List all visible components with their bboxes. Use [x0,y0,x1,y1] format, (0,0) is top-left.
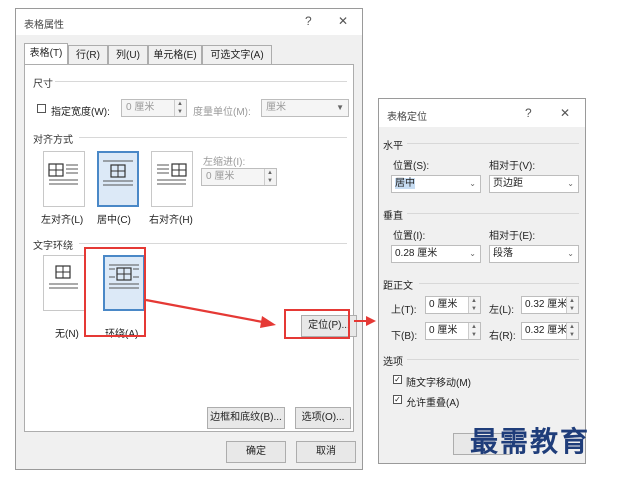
align-left-icon [48,163,78,185]
distance-section-label: 距正文 [383,281,413,292]
indent-input[interactable]: 0 厘米 ▲ ▼ [201,168,277,186]
allow-overlap-label: 允许重叠(A) [406,398,460,409]
table-positioning-dialog: 表格定位 ? ✕ 水平 位置(S): 相对于(V): 居中 ⌄ 页边距 ⌄ 垂直… [378,98,586,464]
indent-label: 左缩进(I): [203,157,246,168]
options-button[interactable]: 选项(O)... [295,407,351,429]
top-distance-input[interactable]: 0 厘米 ▲ ▼ [425,296,481,314]
help-button[interactable]: ? [525,106,532,120]
h-relative-label: 相对于(V): [489,161,536,172]
divider [407,213,579,214]
vertical-section-label: 垂直 [383,211,403,222]
table-properties-dialog: 表格属性 ? ✕ 表格(T) 行(R) 列(U) 单元格(E) 可选文字(A) … [15,8,363,470]
align-right-icon [157,163,187,185]
size-section-label: 尺寸 [33,79,53,90]
h-relative-select[interactable]: 页边距 ⌄ [489,175,579,193]
watermark: 最需教育 [470,425,591,458]
tab-column[interactable]: 列(U) [108,45,148,64]
preferred-width-checkbox[interactable] [37,104,46,113]
bottom-distance-label: 下(B): [391,331,418,342]
align-left-label: 左对齐(L) [41,215,84,226]
divider [407,359,579,360]
wrap-none-icon [49,265,78,289]
left-distance-label: 左(L): [489,305,514,316]
measure-label: 度量单位(M): [193,107,251,118]
right-distance-label: 右(R): [489,331,516,342]
align-right-option[interactable] [151,151,193,207]
chevron-down-icon: ⌄ [469,179,476,188]
chevron-down-icon: ▼ [336,103,344,112]
left-distance-input[interactable]: 0.32 厘米 ▲ ▼ [521,296,579,314]
divider [79,137,347,138]
move-with-text-label: 随文字移动(M) [406,378,471,389]
v-relative-label: 相对于(E): [489,231,536,242]
top-distance-label: 上(T): [391,305,417,316]
options-section-label: 选项 [383,357,403,368]
tab-row[interactable]: 行(R) [68,45,108,64]
divider [407,143,579,144]
v-position-label: 位置(I): [393,231,426,242]
preferred-width-label: 指定宽度(W): [51,107,110,118]
indent-spinner[interactable]: ▲ ▼ [264,169,276,185]
wrap-none-label: 无(N) [55,329,79,340]
allow-overlap-checkbox[interactable]: ✓ [393,395,402,404]
close-button[interactable]: ✕ [560,106,570,120]
align-right-label: 右对齐(H) [149,215,193,226]
bottom-distance-input[interactable]: 0 厘米 ▲ ▼ [425,322,481,340]
chevron-down-icon: ⌄ [469,249,476,258]
tab-alt-text[interactable]: 可选文字(A) [202,45,272,64]
horizontal-section-label: 水平 [383,141,403,152]
wrap-section-label: 文字环绕 [33,241,73,252]
dialog-title: 表格定位 [387,112,427,123]
preferred-width-spinner[interactable]: ▲ ▼ [174,100,186,116]
tab-cell[interactable]: 单元格(E) [148,45,202,64]
preferred-width-input[interactable]: 0 厘米 ▲ ▼ [121,99,187,117]
align-center-label: 居中(C) [97,215,131,226]
divider [419,283,579,284]
right-distance-spinner[interactable]: ▲ ▼ [566,323,578,339]
cancel-button[interactable]: 取消 [296,441,356,463]
arrow-icon [145,298,376,328]
align-left-option[interactable] [43,151,85,207]
wrap-none-option[interactable] [43,255,85,311]
align-center-icon [103,160,133,186]
h-position-label: 位置(S): [393,161,430,172]
chevron-down-icon: ⌄ [567,179,574,188]
ok-button[interactable]: 确定 [226,441,286,463]
divider [79,243,347,244]
divider [55,81,347,82]
top-distance-spinner[interactable]: ▲ ▼ [468,297,480,313]
title-bar: 表格定位 ? ✕ [379,99,585,127]
dialog-title: 表格属性 [24,20,64,31]
align-center-option[interactable] [97,151,139,207]
help-button[interactable]: ? [305,14,312,28]
left-distance-spinner[interactable]: ▲ ▼ [566,297,578,313]
title-bar: 表格属性 ? ✕ [16,9,362,35]
measure-unit-select[interactable]: 厘米 ▼ [261,99,349,117]
bottom-distance-spinner[interactable]: ▲ ▼ [468,323,480,339]
close-button[interactable]: ✕ [338,14,348,28]
chevron-down-icon: ⌄ [567,249,574,258]
borders-shading-button[interactable]: 边框和底纹(B)... [207,407,285,429]
wrap-highlight-box [84,247,146,337]
h-position-select[interactable]: 居中 ⌄ [391,175,481,193]
v-position-select[interactable]: 0.28 厘米 ⌄ [391,245,481,263]
table-tab-panel: 尺寸 指定宽度(W): 0 厘米 ▲▼ 度量单位(M): 厘米 ▼ 对齐方式 [24,64,357,432]
v-relative-select[interactable]: 段落 ⌄ [489,245,579,263]
tab-table[interactable]: 表格(T) [24,43,68,64]
move-with-text-checkbox[interactable]: ✓ [393,375,402,384]
right-distance-input[interactable]: 0.32 厘米 ▲ ▼ [521,322,579,340]
alignment-section-label: 对齐方式 [33,135,73,146]
